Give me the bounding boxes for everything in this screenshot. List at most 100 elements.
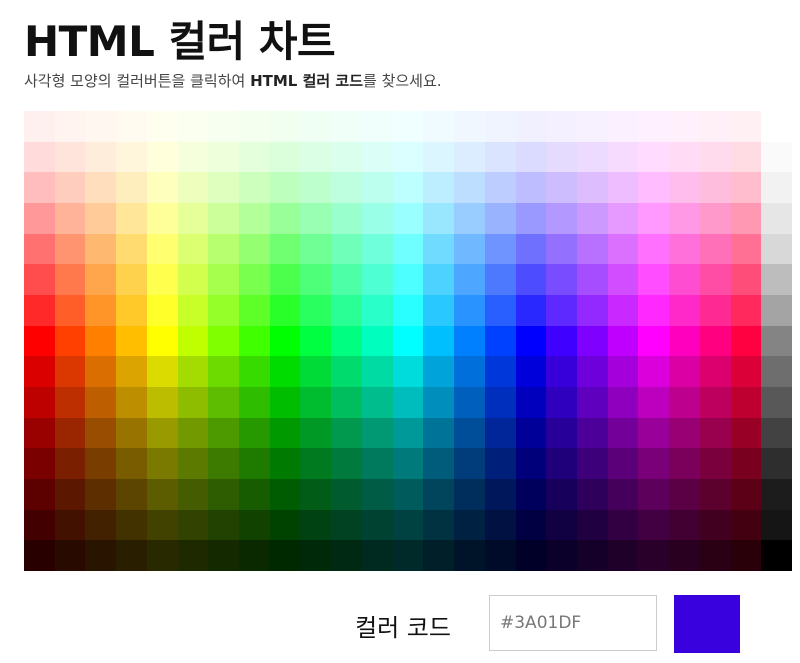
color-swatch[interactable] <box>392 294 424 326</box>
color-swatch[interactable] <box>454 386 485 418</box>
gray-swatch[interactable] <box>761 417 792 449</box>
color-swatch[interactable] <box>699 386 731 418</box>
color-swatch[interactable] <box>638 172 670 203</box>
color-swatch[interactable] <box>730 172 762 203</box>
color-swatch[interactable] <box>699 202 731 234</box>
color-swatch[interactable] <box>638 325 670 357</box>
color-swatch[interactable] <box>392 386 424 418</box>
color-swatch[interactable] <box>146 233 178 265</box>
gray-swatch[interactable] <box>761 172 792 203</box>
color-swatch[interactable] <box>699 356 731 387</box>
color-swatch[interactable] <box>699 325 731 357</box>
color-swatch[interactable] <box>454 417 485 449</box>
color-swatch[interactable] <box>331 478 362 510</box>
gray-swatch[interactable] <box>761 540 792 571</box>
color-swatch[interactable] <box>85 264 117 295</box>
color-swatch[interactable] <box>331 111 362 142</box>
color-swatch[interactable] <box>638 478 670 510</box>
color-swatch[interactable] <box>146 141 178 173</box>
color-swatch[interactable] <box>638 386 670 418</box>
color-swatch[interactable] <box>85 417 117 449</box>
color-swatch[interactable] <box>269 417 301 449</box>
color-swatch[interactable] <box>454 141 485 173</box>
color-swatch[interactable] <box>484 540 516 571</box>
color-swatch[interactable] <box>208 294 240 326</box>
color-swatch[interactable] <box>607 111 639 142</box>
color-swatch[interactable] <box>269 509 301 541</box>
color-swatch[interactable] <box>730 417 762 449</box>
color-swatch[interactable] <box>699 417 731 449</box>
color-swatch[interactable] <box>116 478 147 510</box>
color-swatch[interactable] <box>638 111 670 142</box>
color-swatch[interactable] <box>669 111 700 142</box>
color-swatch[interactable] <box>300 294 332 326</box>
color-swatch[interactable] <box>85 172 117 203</box>
color-swatch[interactable] <box>239 417 270 449</box>
color-swatch[interactable] <box>54 509 86 541</box>
gray-swatch[interactable] <box>761 356 792 387</box>
color-swatch[interactable] <box>699 233 731 265</box>
color-swatch[interactable] <box>669 172 700 203</box>
color-swatch[interactable] <box>361 172 393 203</box>
color-swatch[interactable] <box>116 172 147 203</box>
color-swatch[interactable] <box>607 294 639 326</box>
color-swatch[interactable] <box>669 294 700 326</box>
color-swatch[interactable] <box>576 172 608 203</box>
color-swatch[interactable] <box>177 202 209 234</box>
color-swatch[interactable] <box>423 509 455 541</box>
color-swatch[interactable] <box>423 417 455 449</box>
color-swatch[interactable] <box>669 233 700 265</box>
color-swatch[interactable] <box>177 417 209 449</box>
color-swatch[interactable] <box>269 233 301 265</box>
gray-swatch[interactable] <box>761 202 792 234</box>
color-swatch[interactable] <box>546 141 577 173</box>
color-swatch[interactable] <box>331 540 362 571</box>
color-swatch[interactable] <box>300 141 332 173</box>
color-swatch[interactable] <box>116 417 147 449</box>
color-swatch[interactable] <box>146 172 178 203</box>
color-swatch[interactable] <box>208 111 240 142</box>
color-swatch[interactable] <box>54 264 86 295</box>
color-swatch[interactable] <box>546 111 577 142</box>
color-swatch[interactable] <box>392 478 424 510</box>
color-swatch[interactable] <box>116 202 147 234</box>
color-swatch[interactable] <box>484 294 516 326</box>
color-swatch[interactable] <box>607 202 639 234</box>
color-swatch[interactable] <box>208 478 240 510</box>
color-swatch[interactable] <box>116 540 147 571</box>
color-swatch[interactable] <box>638 448 670 479</box>
color-swatch[interactable] <box>24 233 55 265</box>
color-swatch[interactable] <box>361 111 393 142</box>
color-swatch[interactable] <box>177 540 209 571</box>
color-swatch[interactable] <box>54 448 86 479</box>
color-swatch[interactable] <box>515 294 547 326</box>
color-swatch[interactable] <box>24 325 55 357</box>
color-swatch[interactable] <box>423 448 455 479</box>
color-swatch[interactable] <box>638 264 670 295</box>
color-swatch[interactable] <box>116 141 147 173</box>
color-swatch[interactable] <box>146 264 178 295</box>
color-swatch[interactable] <box>54 111 86 142</box>
color-swatch[interactable] <box>484 233 516 265</box>
color-swatch[interactable] <box>730 202 762 234</box>
color-swatch[interactable] <box>454 540 485 571</box>
color-swatch[interactable] <box>300 325 332 357</box>
color-swatch[interactable] <box>454 509 485 541</box>
color-swatch[interactable] <box>454 356 485 387</box>
color-swatch[interactable] <box>423 111 455 142</box>
color-swatch[interactable] <box>24 509 55 541</box>
color-swatch[interactable] <box>24 540 55 571</box>
color-swatch[interactable] <box>699 294 731 326</box>
color-swatch[interactable] <box>546 386 577 418</box>
color-swatch[interactable] <box>607 141 639 173</box>
color-swatch[interactable] <box>54 386 86 418</box>
color-swatch[interactable] <box>392 448 424 479</box>
color-swatch[interactable] <box>331 325 362 357</box>
color-swatch[interactable] <box>331 356 362 387</box>
color-swatch[interactable] <box>546 233 577 265</box>
color-swatch[interactable] <box>331 141 362 173</box>
color-swatch[interactable] <box>85 202 117 234</box>
color-swatch[interactable] <box>454 264 485 295</box>
color-swatch[interactable] <box>515 264 547 295</box>
color-swatch[interactable] <box>361 233 393 265</box>
